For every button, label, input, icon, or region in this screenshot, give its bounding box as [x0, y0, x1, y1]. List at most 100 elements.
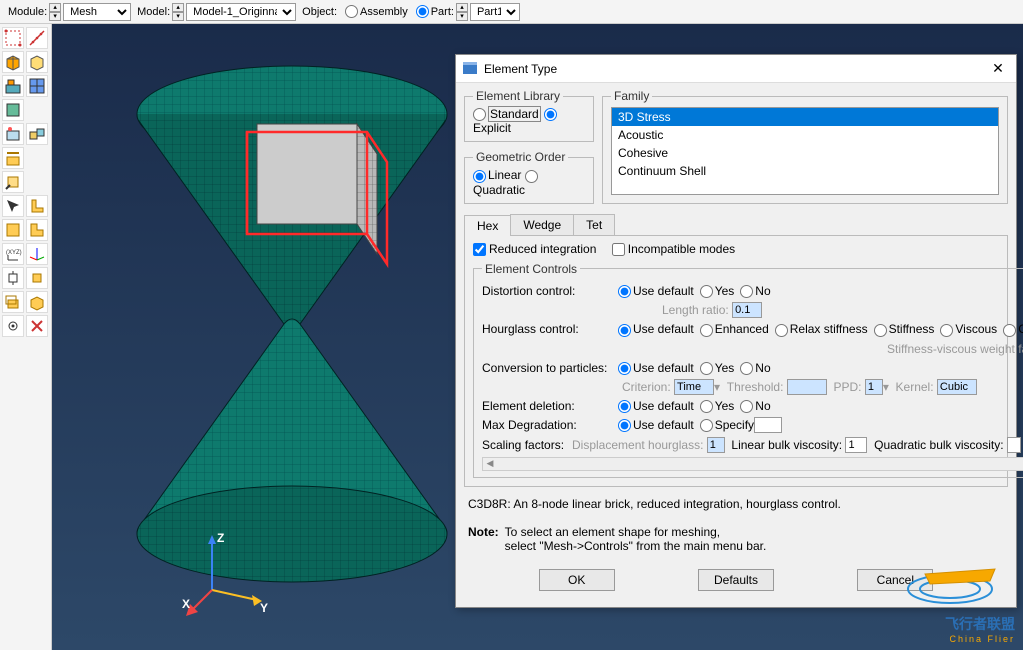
hg-visc-radio[interactable]: [940, 324, 953, 337]
tab-wedge[interactable]: Wedge: [510, 214, 574, 235]
family-item[interactable]: Cohesive: [612, 144, 998, 162]
part-select[interactable]: Part1: [470, 3, 520, 21]
linear-visc-label: Linear bulk viscosity:: [731, 438, 842, 452]
dialog-icon: [462, 61, 478, 77]
ppd-input[interactable]: [865, 379, 883, 395]
hg-enhanced-radio[interactable]: [700, 324, 713, 337]
length-ratio-input[interactable]: [732, 302, 762, 318]
family-group: Family 3D Stress Acoustic Cohesive Conti…: [602, 89, 1008, 204]
svg-text:Y: Y: [260, 601, 268, 615]
seed-icon[interactable]: [2, 27, 24, 49]
criterion-input[interactable]: [674, 379, 714, 395]
hg-default-radio[interactable]: [618, 324, 631, 337]
l2-icon[interactable]: [26, 219, 48, 241]
part-spinner[interactable]: ▴▾: [456, 3, 468, 21]
model-label: Model:: [137, 6, 170, 18]
element-type-icon[interactable]: [2, 75, 24, 97]
part-label: Part:: [431, 6, 454, 18]
explicit-radio[interactable]: [544, 108, 557, 121]
tab-tet[interactable]: Tet: [573, 214, 615, 235]
criterion-label: Criterion:: [622, 380, 671, 394]
element-description: C3D8R: An 8-node linear brick, reduced i…: [468, 497, 1004, 511]
conversion-label: Conversion to particles:: [482, 361, 612, 375]
cp-no-radio[interactable]: [740, 362, 753, 375]
length-ratio-label: Length ratio:: [662, 303, 729, 317]
quadratic-radio[interactable]: [525, 170, 538, 183]
box-icon[interactable]: [26, 291, 48, 313]
model-select[interactable]: Model-1_Originnal: [186, 3, 296, 21]
axis-triad: Z Y X: [182, 530, 272, 620]
assembly-radio[interactable]: [345, 5, 358, 18]
module-spinner[interactable]: ▴▾: [49, 3, 61, 21]
standard-radio[interactable]: [473, 108, 486, 121]
geometric-order-group: Geometric Order Linear Quadratic: [464, 150, 594, 203]
hg-relax-radio[interactable]: [775, 324, 788, 337]
defaults-button[interactable]: Defaults: [698, 569, 774, 591]
part-radio[interactable]: [416, 5, 429, 18]
assoc-icon[interactable]: [2, 99, 24, 121]
move-icon[interactable]: [2, 267, 24, 289]
kernel-label: Kernel:: [896, 380, 934, 394]
partition-icon[interactable]: [2, 147, 24, 169]
cp-default-radio[interactable]: [618, 362, 631, 375]
assembly-label: Assembly: [360, 6, 408, 18]
mesh-controls-icon[interactable]: [26, 75, 48, 97]
element-type-dialog: Element Type ✕ Element Library Standard …: [455, 54, 1017, 608]
select-icon[interactable]: [2, 195, 24, 217]
distortion-yes-radio[interactable]: [700, 285, 713, 298]
linear-visc-input[interactable]: [845, 437, 867, 453]
model-spinner[interactable]: ▴▾: [172, 3, 184, 21]
context-toolbar: Module: ▴▾ Mesh Model: ▴▾ Model-1_Origin…: [0, 0, 1023, 24]
reduced-integration-check[interactable]: [473, 243, 486, 256]
module-select[interactable]: Mesh: [63, 3, 131, 21]
edit-mesh-icon[interactable]: [2, 171, 24, 193]
svg-text:X: X: [182, 597, 190, 611]
query-icon[interactable]: [26, 123, 48, 145]
distortion-label: Distortion control:: [482, 284, 612, 298]
threshold-input[interactable]: [787, 379, 827, 395]
del-yes-radio[interactable]: [700, 400, 713, 413]
hg-comb-radio[interactable]: [1003, 324, 1016, 337]
ppd-label: PPD:: [833, 380, 861, 394]
del-default-radio[interactable]: [618, 400, 631, 413]
close-icon[interactable]: ✕: [986, 60, 1010, 77]
element-library-group: Element Library Standard Explicit: [464, 89, 594, 142]
distortion-no-radio[interactable]: [740, 285, 753, 298]
mesh-part-icon[interactable]: [2, 51, 24, 73]
verify-icon[interactable]: [2, 123, 24, 145]
disp-hg-input[interactable]: [707, 437, 725, 453]
tab-hex[interactable]: Hex: [464, 215, 511, 236]
svg-text:Z: Z: [217, 531, 224, 545]
distortion-default-radio[interactable]: [618, 285, 631, 298]
csys-icon[interactable]: [26, 243, 48, 265]
offset-icon[interactable]: [2, 291, 24, 313]
del-no-radio[interactable]: [740, 400, 753, 413]
region-icon[interactable]: [2, 219, 24, 241]
degradation-label: Max Degradation:: [482, 418, 612, 432]
gear-icon[interactable]: [2, 315, 24, 337]
family-item[interactable]: Continuum Shell: [612, 162, 998, 180]
deg-default-radio[interactable]: [618, 419, 631, 432]
seed-edge-icon[interactable]: [26, 27, 48, 49]
deg-input[interactable]: [754, 417, 782, 433]
incompatible-modes-check[interactable]: [612, 243, 625, 256]
quad-visc-label: Quadratic bulk viscosity:: [874, 438, 1003, 452]
family-item[interactable]: 3D Stress: [612, 108, 998, 126]
l-icon[interactable]: [26, 195, 48, 217]
element-controls-group: Element Controls Distortion control: Use…: [473, 262, 1023, 478]
deg-specify-radio[interactable]: [700, 419, 713, 432]
rotate-icon[interactable]: [26, 267, 48, 289]
cp-yes-radio[interactable]: [700, 362, 713, 375]
xyz-icon[interactable]: (XYZ): [2, 243, 24, 265]
quad-visc-input[interactable]: [1007, 437, 1021, 453]
delete-icon[interactable]: [26, 315, 48, 337]
mesh-region-icon[interactable]: [26, 51, 48, 73]
watermark: 飞行者联盟 China Flier: [895, 549, 1015, 644]
linear-radio[interactable]: [473, 170, 486, 183]
family-item[interactable]: Acoustic: [612, 126, 998, 144]
ok-button[interactable]: OK: [539, 569, 615, 591]
family-list[interactable]: 3D Stress Acoustic Cohesive Continuum Sh…: [611, 107, 999, 195]
kernel-input[interactable]: [937, 379, 977, 395]
h-scrollbar[interactable]: ◀▶: [482, 457, 1023, 471]
hg-stiff-radio[interactable]: [874, 324, 887, 337]
